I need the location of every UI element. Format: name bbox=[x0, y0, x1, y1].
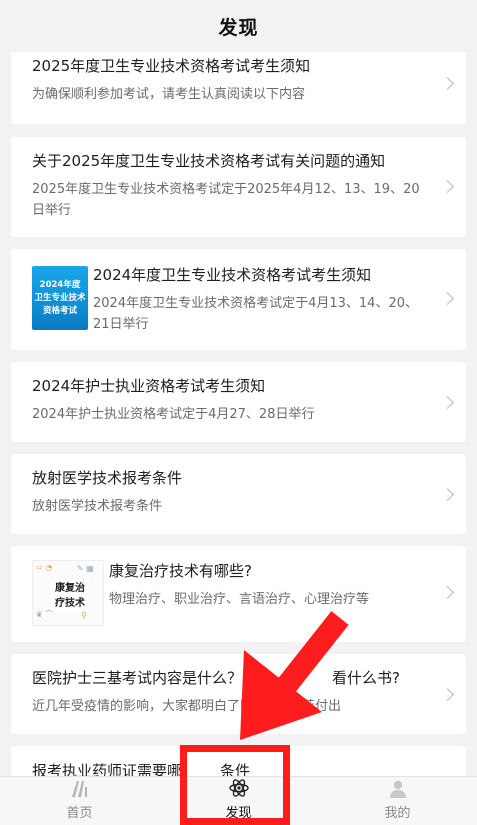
article-title: 报考执业药师证需要哪 条件 bbox=[32, 762, 251, 776]
article-card[interactable]: 放射医学技术报考条件 放射医学技术报考条件 bbox=[11, 454, 466, 534]
article-card[interactable]: 2024年度 卫生专业技术 资格考试 2024年度卫生专业技术资格考试考生须知 … bbox=[11, 249, 466, 350]
article-title: 关于2025年度卫生专业技术资格考试有关问题的通知 bbox=[32, 152, 386, 170]
chevron-right-icon bbox=[441, 77, 454, 90]
chevron-right-icon bbox=[441, 488, 454, 501]
article-summary: 物理治疗、职业治疗、言语治疗、心理治疗等 bbox=[109, 592, 370, 607]
tab-discover[interactable]: 发现 bbox=[159, 777, 318, 825]
article-summary: 2024年护士执业资格考试定于4月27、28日举行 bbox=[32, 407, 315, 422]
article-card[interactable]: 医院护士三基考试内容是什么？考医 看什么书? 近几年受疫情的影响，大家都明白了医负… bbox=[11, 654, 466, 734]
article-title: 放射医学技术报考条件 bbox=[32, 469, 183, 487]
top-bar: 发现 bbox=[0, 0, 477, 52]
chevron-right-icon bbox=[441, 586, 454, 599]
article-title: 2025年度卫生专业技术资格考试考生须知 bbox=[32, 57, 311, 75]
article-title: 2024年度卫生专业技术资格考试考生须知 bbox=[93, 266, 372, 284]
article-summary: 为确保顺利参加考试，请考生认真阅读以下内容 bbox=[32, 87, 306, 102]
article-card[interactable]: 报考执业药师证需要哪 条件 bbox=[11, 746, 466, 776]
article-summary: 2025年度卫生专业技术资格考试定于2025年4月12、13、19、20日举行 bbox=[32, 182, 420, 218]
home-icon bbox=[71, 781, 87, 797]
atom-icon bbox=[228, 779, 249, 797]
article-summary: 近几年受疫情的影响，大家都明白了医 负的辛苦付出 bbox=[32, 699, 342, 714]
article-summary: 2024年度卫生专业技术资格考试定于4月13、14、20、21日举行 bbox=[93, 296, 418, 332]
user-icon bbox=[389, 780, 406, 798]
article-card[interactable]: 2025年度卫生专业技术资格考试考生须知 为确保顺利参加考试，请考生认真阅读以下… bbox=[11, 48, 466, 124]
chevron-right-icon bbox=[441, 292, 454, 305]
article-title: 医院护士三基考试内容是什么？考医 看什么书? bbox=[32, 669, 400, 687]
chevron-right-icon bbox=[441, 688, 454, 701]
chevron-right-icon bbox=[441, 180, 454, 193]
chevron-right-icon bbox=[441, 396, 454, 409]
article-thumbnail: ⇨ ◔ ✎ ▦ ❦ ⌒ ⚲ 康复治 疗技术 bbox=[32, 560, 104, 626]
article-title: 2024年护士执业资格考试考生须知 bbox=[32, 377, 266, 395]
article-thumbnail: 2024年度 卫生专业技术 资格考试 bbox=[32, 266, 88, 330]
article-card[interactable]: 2024年护士执业资格考试考生须知 2024年护士执业资格考试定于4月27、28… bbox=[11, 362, 466, 442]
article-title: 康复治疗技术有哪些? bbox=[109, 562, 252, 580]
article-list[interactable]: 2025年度卫生专业技术资格考试考生须知 为确保顺利参加考试，请考生认真阅读以下… bbox=[0, 48, 477, 776]
article-card[interactable]: ⇨ ◔ ✎ ▦ ❦ ⌒ ⚲ 康复治 疗技术 康复治疗技术有哪些? 物理治疗、职业… bbox=[11, 546, 466, 642]
article-summary: 放射医学技术报考条件 bbox=[32, 499, 163, 514]
article-card[interactable]: 关于2025年度卫生专业技术资格考试有关问题的通知 2025年度卫生专业技术资格… bbox=[11, 137, 466, 237]
page-title: 发现 bbox=[218, 16, 259, 39]
bottom-tab-bar: 首页 发现 我的 bbox=[0, 776, 477, 825]
tab-profile[interactable]: 我的 bbox=[318, 777, 477, 825]
tab-home[interactable]: 首页 bbox=[0, 777, 159, 825]
